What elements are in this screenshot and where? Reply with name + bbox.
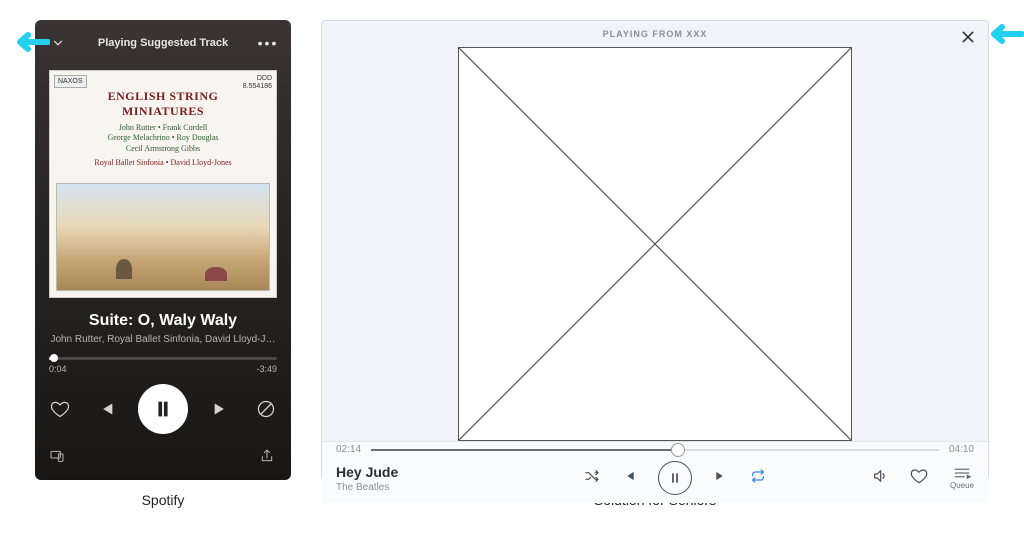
album-composers: John Rutter • Frank Cordell George Melac… (50, 123, 276, 154)
time-elapsed: 02:14 (336, 444, 361, 455)
spotify-player: Playing Suggested Track ••• NAXOS DDD 8.… (35, 20, 291, 480)
heart-icon (910, 467, 928, 485)
album-art-placeholder (458, 47, 852, 441)
album-publisher: NAXOS (54, 75, 87, 88)
track-info: Hey Jude The Beatles (336, 464, 516, 493)
queue-icon (953, 467, 971, 479)
context-label: PLAYING FROM XXX (322, 21, 988, 43)
album-title: ENGLISH STRING MINIATURES (50, 89, 276, 119)
album-painting (56, 183, 270, 291)
play-pause-button[interactable] (658, 461, 692, 495)
main-row: Hey Jude The Beatles (336, 461, 974, 495)
more-options-button[interactable]: ••• (259, 34, 277, 52)
repeat-button[interactable] (750, 468, 766, 489)
track-title: Suite: O, Waly Waly (49, 312, 277, 330)
repeat-icon (750, 468, 766, 484)
placeholder-x-icon (459, 48, 851, 440)
progress-bar[interactable] (371, 449, 939, 451)
like-button[interactable] (910, 467, 928, 490)
block-button[interactable] (255, 398, 277, 420)
progress-fill (371, 449, 678, 451)
skip-next-icon (211, 398, 233, 420)
art-container (322, 43, 988, 441)
track-info: Suite: O, Waly Waly John Rutter, Royal B… (49, 312, 277, 345)
progress-thumb[interactable] (671, 443, 685, 457)
center-controls (516, 461, 834, 495)
pause-icon (668, 471, 682, 485)
seniors-player: PLAYING FROM XXX 02:14 04:10 (321, 20, 989, 480)
queue-label: Queue (950, 481, 974, 490)
share-icon (259, 448, 275, 464)
devices-icon (49, 448, 65, 464)
album-catalog: DDD 8.554186 (243, 75, 272, 90)
like-button[interactable] (49, 398, 71, 420)
close-button[interactable] (960, 29, 976, 50)
volume-button[interactable] (872, 468, 888, 489)
more-icon: ••• (258, 36, 279, 50)
bottom-controls (49, 448, 277, 466)
shuffle-icon (584, 468, 600, 484)
close-icon (960, 29, 976, 45)
pause-icon (152, 398, 174, 420)
track-title: Hey Jude (336, 464, 516, 480)
time-elapsed: 0:04 (49, 364, 67, 374)
chevron-down-icon (51, 36, 65, 50)
track-artist: The Beatles (336, 482, 516, 493)
album-performers: Royal Ballet Sinfonia • David Lloyd-Jone… (50, 158, 276, 167)
shuffle-button[interactable] (584, 468, 600, 489)
progress-bar[interactable] (49, 357, 277, 360)
queue-button[interactable]: Queue (950, 467, 974, 490)
progress-row: 02:14 04:10 (336, 442, 974, 455)
play-pause-button[interactable] (138, 384, 188, 434)
annotation-arrow-left (10, 30, 50, 54)
previous-button[interactable] (622, 469, 636, 488)
time-remaining: -3:49 (256, 364, 277, 374)
next-button[interactable] (714, 469, 728, 488)
progress-section: 0:04 -3:49 (49, 357, 277, 374)
volume-icon (872, 468, 888, 484)
skip-previous-icon (94, 398, 116, 420)
context-label: Playing Suggested Track (67, 37, 259, 49)
album-art[interactable]: NAXOS DDD 8.554186 ENGLISH STRING MINIAT… (49, 70, 277, 298)
previous-button[interactable] (94, 398, 116, 420)
devices-button[interactable] (49, 448, 67, 466)
skip-previous-icon (622, 469, 636, 483)
caption-spotify: Spotify (35, 492, 291, 508)
spotify-header: Playing Suggested Track ••• (49, 34, 277, 52)
share-button[interactable] (259, 448, 277, 466)
next-button[interactable] (211, 398, 233, 420)
progress-thumb[interactable] (50, 354, 58, 362)
time-duration: 04:10 (949, 444, 974, 455)
heart-icon (50, 399, 70, 419)
skip-next-icon (714, 469, 728, 483)
playback-controls (49, 384, 277, 434)
collapse-button[interactable] (49, 34, 67, 52)
block-icon (256, 399, 276, 419)
control-bar: 02:14 04:10 Hey Jude The Beatles (322, 441, 988, 503)
right-controls: Queue (834, 467, 974, 490)
track-artist: John Rutter, Royal Ballet Sinfonia, Davi… (49, 334, 277, 345)
annotation-arrow-right (984, 22, 1024, 46)
